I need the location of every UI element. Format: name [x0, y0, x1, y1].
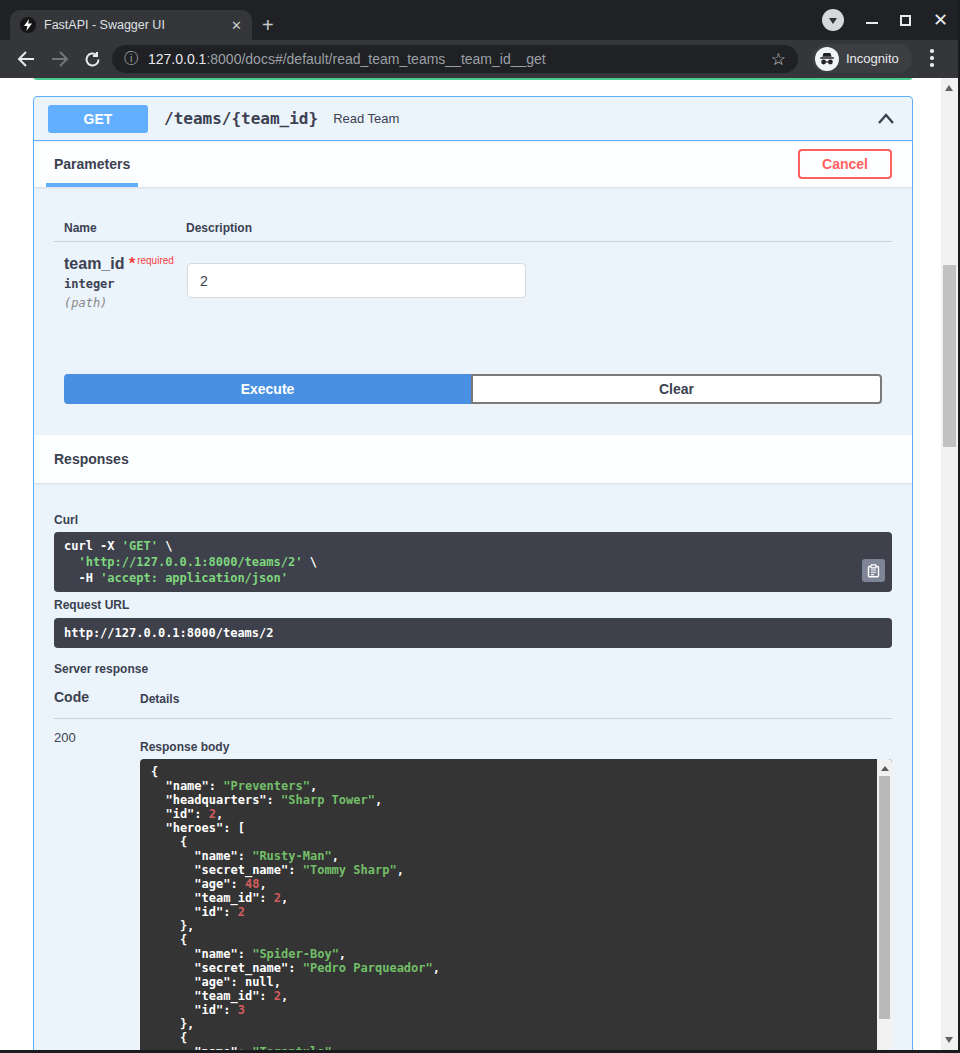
execute-button[interactable]: Execute: [64, 374, 471, 404]
window-scrollbar-thumb[interactable]: [943, 265, 956, 447]
new-tab-button[interactable]: +: [262, 12, 274, 38]
curl-label: Curl: [54, 513, 78, 527]
curl-command[interactable]: curl -X 'GET' \ 'http://127.0.0.1:8000/t…: [54, 532, 892, 592]
response-body[interactable]: { "name": "Preventers", "headquarters": …: [140, 759, 892, 1053]
tab-parameters[interactable]: Parameters: [54, 142, 130, 187]
table-divider: [54, 241, 892, 242]
response-body-label: Response body: [140, 740, 229, 754]
window-scrollbar[interactable]: [941, 78, 958, 1050]
server-response-label: Server response: [54, 662, 148, 676]
bookmark-star-icon[interactable]: ☆: [771, 49, 786, 70]
url-bar[interactable]: ⓘ 127.0.0.1:8000/docs#/default/read_team…: [112, 45, 798, 73]
responses-title: Responses: [54, 435, 129, 483]
team-id-input[interactable]: [187, 263, 526, 298]
response-scrollbar-thumb[interactable]: [879, 776, 890, 1019]
window-close-button[interactable]: ✕: [933, 11, 948, 29]
code-column-header: Code: [54, 689, 89, 705]
param-location: (path): [64, 296, 107, 310]
opblock-summary[interactable]: GET /teams/{team_id} Read Team: [34, 97, 912, 141]
site-info-icon[interactable]: ⓘ: [124, 50, 138, 68]
reload-button[interactable]: [80, 40, 104, 78]
cancel-button[interactable]: Cancel: [798, 149, 892, 179]
tab-title: FastAPI - Swagger UI: [44, 18, 223, 32]
incognito-badge: Incognito: [812, 44, 912, 73]
url-text[interactable]: 127.0.0.1:8000/docs#/default/read_team_t…: [148, 51, 771, 67]
description-column-header: Description: [186, 221, 252, 235]
copy-to-clipboard-button[interactable]: [862, 559, 885, 582]
tab-close-icon[interactable]: ✕: [231, 19, 242, 32]
param-name: team_id *required: [64, 255, 174, 273]
swagger-page: GET /teams/{team_id} Read Team Parameter…: [0, 78, 960, 1053]
status-code: 200: [54, 730, 76, 745]
scroll-up-arrow-icon[interactable]: [881, 766, 889, 771]
parameters-section-header: Parameters Cancel: [34, 142, 912, 187]
window-scroll-down-icon[interactable]: [945, 1037, 953, 1043]
method-badge: GET: [48, 105, 148, 133]
collapse-chevron-icon[interactable]: [876, 110, 896, 132]
forward-button[interactable]: [48, 40, 72, 78]
response-body-scrollbar[interactable]: [877, 759, 892, 1053]
fastapi-favicon-icon: [20, 17, 36, 33]
clear-button[interactable]: Clear: [471, 374, 882, 404]
tab-bar: FastAPI - Swagger UI ✕ + ✕: [0, 0, 960, 40]
browser-tab[interactable]: FastAPI - Swagger UI ✕: [10, 10, 252, 40]
previous-opblock-bottom-edge: [33, 78, 913, 80]
details-column-header: Details: [140, 692, 179, 706]
back-button[interactable]: [14, 40, 38, 78]
request-url-value: http://127.0.0.1:8000/teams/2: [54, 618, 892, 648]
request-url-label: Request URL: [54, 598, 129, 612]
response-table-divider: [54, 718, 892, 719]
opblock-get-read-team: GET /teams/{team_id} Read Team Parameter…: [33, 96, 913, 1053]
window-scroll-up-icon[interactable]: [945, 85, 953, 91]
opblock-path: /teams/{team_id}: [164, 109, 318, 128]
incognito-label: Incognito: [846, 51, 899, 66]
browser-menu-icon[interactable]: [930, 49, 934, 70]
param-type: integer: [64, 277, 115, 291]
responses-section-header: Responses: [34, 435, 912, 483]
required-label: required: [137, 255, 174, 266]
incognito-icon: [815, 47, 839, 71]
opblock-summary-description: Read Team: [333, 111, 399, 126]
tab-active-underline: [46, 183, 138, 187]
browser-toolbar: ⓘ 127.0.0.1:8000/docs#/default/read_team…: [0, 40, 960, 78]
name-column-header: Name: [64, 221, 97, 235]
window-menu-icon[interactable]: [822, 9, 844, 31]
required-star: *: [129, 255, 135, 272]
minimize-button[interactable]: [866, 22, 878, 24]
maximize-button[interactable]: [900, 15, 911, 26]
